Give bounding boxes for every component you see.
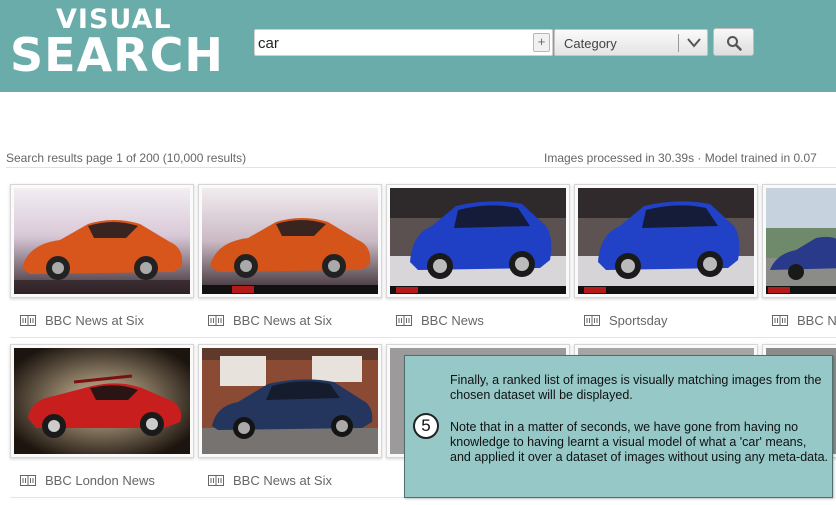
- category-divider: [678, 34, 679, 52]
- result-image: [578, 188, 754, 294]
- book-icon: [208, 314, 224, 329]
- result-source-label: BBC London News: [45, 473, 155, 488]
- book-icon: [396, 314, 412, 329]
- search-input[interactable]: car: [254, 29, 553, 56]
- result-image: [14, 348, 190, 454]
- callout-paragraph-2: Note that in a matter of seconds, we hav…: [450, 420, 829, 464]
- search-button[interactable]: [713, 28, 754, 56]
- processing-stats: Images processed in 30.39s · Model train…: [544, 151, 817, 165]
- book-icon: [20, 314, 36, 329]
- result-image: [202, 348, 378, 454]
- result-image: [766, 188, 836, 294]
- book-icon: [584, 314, 600, 329]
- tutorial-callout: 5 Finally, a ranked list of images is vi…: [404, 355, 833, 498]
- book-icon: [20, 474, 36, 489]
- status-divider: [6, 167, 836, 168]
- search-input-value: car: [258, 35, 279, 52]
- book-icon: [208, 474, 224, 489]
- result-thumbnail-3[interactable]: [386, 184, 570, 298]
- result-source-7[interactable]: BBC News at Six: [208, 473, 332, 489]
- result-source-4[interactable]: Sportsday: [584, 313, 668, 329]
- callout-paragraph-1: Finally, a ranked list of images is visu…: [450, 373, 822, 402]
- logo-line-search: SEARCH: [10, 28, 224, 82]
- result-source-label: BBC N: [797, 313, 836, 328]
- result-source-label: BBC News at Six: [45, 313, 144, 328]
- result-thumbnail-5[interactable]: [762, 184, 836, 298]
- result-thumbnail-2[interactable]: [198, 184, 382, 298]
- result-thumbnail-7[interactable]: [198, 344, 382, 458]
- result-source-3[interactable]: BBC News: [396, 313, 484, 329]
- result-source-6[interactable]: BBC London News: [20, 473, 155, 489]
- category-dropdown[interactable]: Category: [554, 29, 708, 56]
- results-summary: Search results page 1 of 200 (10,000 res…: [6, 151, 247, 165]
- result-image: [390, 188, 566, 294]
- result-image: [202, 188, 378, 294]
- header-bar: VISUAL SEARCH car + Category: [0, 0, 836, 92]
- result-source-label: BBC News: [421, 313, 484, 328]
- result-source-2[interactable]: BBC News at Six: [208, 313, 332, 329]
- result-thumbnail-4[interactable]: [574, 184, 758, 298]
- book-icon: [772, 314, 788, 329]
- result-thumbnail-6[interactable]: [10, 344, 194, 458]
- row-divider: [10, 497, 404, 498]
- result-image: [14, 188, 190, 294]
- result-thumbnail-1[interactable]: [10, 184, 194, 298]
- add-term-button[interactable]: +: [533, 33, 550, 52]
- result-source-5[interactable]: BBC N: [772, 313, 836, 329]
- row-divider: [10, 337, 836, 338]
- result-source-label: Sportsday: [609, 313, 668, 328]
- result-source-1[interactable]: BBC News at Six: [20, 313, 144, 329]
- result-source-label: BBC News at Six: [233, 313, 332, 328]
- result-source-label: BBC News at Six: [233, 473, 332, 488]
- chevron-down-icon: [684, 35, 704, 51]
- step-number-badge: 5: [413, 413, 439, 439]
- category-dropdown-label: Category: [564, 36, 617, 51]
- search-icon: [727, 36, 742, 51]
